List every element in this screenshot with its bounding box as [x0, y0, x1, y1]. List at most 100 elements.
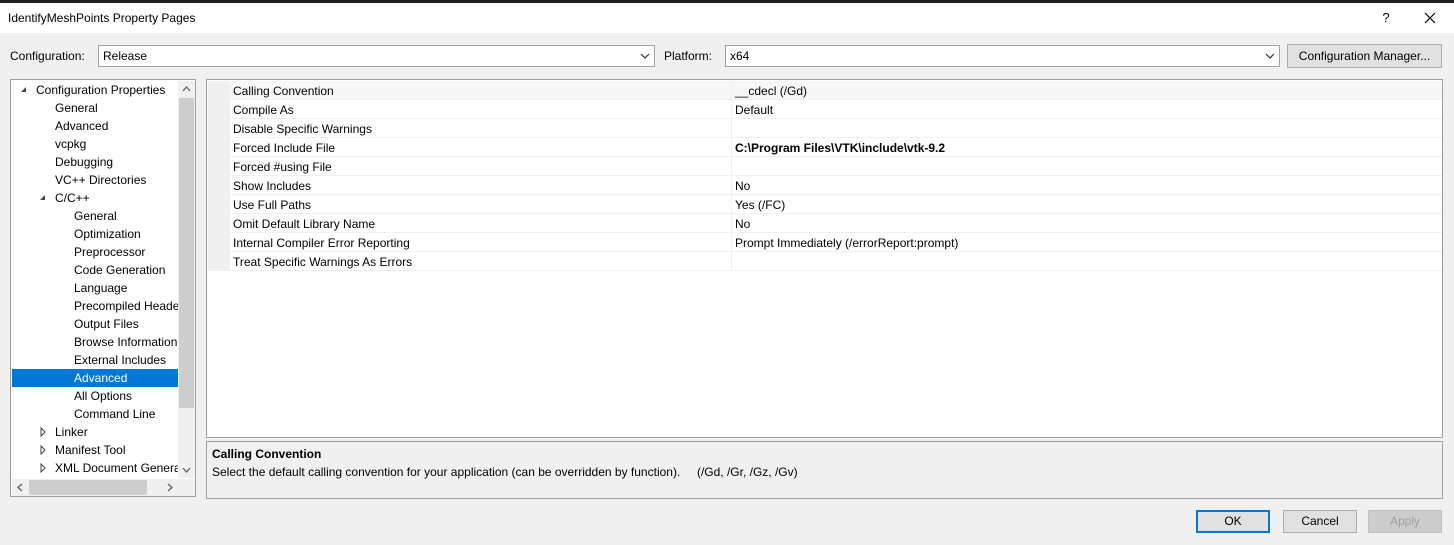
- expanded-triangle-icon[interactable]: [18, 81, 30, 99]
- tree-item[interactable]: General: [12, 99, 178, 117]
- tree-item[interactable]: Linker: [12, 423, 178, 441]
- tree-item[interactable]: General: [12, 207, 178, 225]
- row-gutter: [208, 119, 230, 137]
- tree-vertical-scrollbar[interactable]: [178, 81, 195, 478]
- tree-item[interactable]: vcpkg: [12, 135, 178, 153]
- tree-item-label: Debugging: [55, 155, 114, 169]
- column-separator: [731, 119, 732, 138]
- property-row[interactable]: Internal Compiler Error Reporting Prompt …: [208, 233, 1442, 252]
- scroll-up-icon[interactable]: [178, 81, 195, 98]
- collapsed-triangle-icon[interactable]: [37, 459, 49, 477]
- configuration-value: Release: [103, 49, 148, 63]
- tree-item-label: External Includes: [74, 353, 167, 367]
- column-separator: [731, 138, 732, 157]
- collapsed-triangle-icon[interactable]: [37, 423, 49, 441]
- tree-item[interactable]: Configuration Properties: [12, 81, 178, 99]
- tree-item[interactable]: Debugging: [12, 153, 178, 171]
- row-gutter: [208, 81, 230, 99]
- row-gutter: [208, 252, 230, 270]
- tree-item-label: XML Document Genera: [55, 461, 178, 475]
- tree-item-label: Configuration Properties: [36, 83, 166, 97]
- tree-item[interactable]: All Options: [12, 387, 178, 405]
- tree-item[interactable]: Advanced: [12, 369, 178, 387]
- apply-button[interactable]: Apply: [1368, 510, 1442, 533]
- tree-item[interactable]: Code Generation: [12, 261, 178, 279]
- platform-dropdown[interactable]: x64: [725, 45, 1280, 67]
- tree-item[interactable]: VC++ Directories: [12, 171, 178, 189]
- property-value[interactable]: Yes (/FC): [735, 198, 785, 212]
- tree-item-label: Command Line: [74, 407, 156, 421]
- property-row[interactable]: Calling Convention __cdecl (/Gd): [208, 81, 1442, 100]
- column-separator: [731, 176, 732, 195]
- scroll-right-icon[interactable]: [161, 479, 178, 496]
- property-row[interactable]: Disable Specific Warnings: [208, 119, 1442, 138]
- property-name: Use Full Paths: [233, 198, 312, 212]
- expanded-triangle-icon[interactable]: [37, 189, 49, 207]
- property-name: Omit Default Library Name: [233, 217, 376, 231]
- collapsed-triangle-icon[interactable]: [37, 441, 49, 459]
- tree-item[interactable]: Command Line: [12, 405, 178, 423]
- column-separator: [731, 252, 732, 271]
- scrollbar-corner: [178, 479, 195, 496]
- column-separator: [731, 214, 732, 233]
- property-name: Compile As: [233, 103, 294, 117]
- tree-item[interactable]: Output Files: [12, 315, 178, 333]
- property-value[interactable]: Default: [735, 103, 773, 117]
- tree-item[interactable]: Optimization: [12, 225, 178, 243]
- platform-label: Platform:: [664, 49, 713, 63]
- close-icon: [1424, 12, 1436, 24]
- row-gutter: [208, 214, 230, 232]
- tree-item-label: Advanced: [74, 371, 128, 385]
- tree-horizontal-scrollbar[interactable]: [12, 479, 178, 496]
- tree-item[interactable]: XML Document Genera: [12, 459, 178, 477]
- tree-item[interactable]: External Includes: [12, 351, 178, 369]
- description-title: Calling Convention: [212, 447, 322, 461]
- property-row[interactable]: Treat Specific Warnings As Errors: [208, 252, 1442, 271]
- tree-item[interactable]: Manifest Tool: [12, 441, 178, 459]
- ok-button[interactable]: OK: [1196, 510, 1270, 533]
- column-separator: [731, 81, 732, 100]
- scroll-down-icon[interactable]: [178, 461, 195, 478]
- tree-horizontal-scroll-thumb[interactable]: [29, 480, 147, 495]
- tree-item-label: Preprocessor: [74, 245, 146, 259]
- property-row[interactable]: Forced Include File C:\Program Files\VTK\…: [208, 138, 1442, 157]
- property-grid[interactable]: Calling Convention __cdecl (/Gd) Compile A…: [206, 79, 1443, 438]
- property-name: Forced #using File: [233, 160, 332, 174]
- tree-item-label: General: [74, 209, 117, 223]
- property-row[interactable]: Forced #using File: [208, 157, 1442, 176]
- property-value[interactable]: __cdecl (/Gd): [735, 84, 807, 98]
- tree-vertical-scroll-thumb[interactable]: [179, 98, 194, 408]
- scroll-left-icon[interactable]: [12, 479, 29, 496]
- property-value[interactable]: Prompt Immediately (/errorReport:prompt): [735, 236, 958, 250]
- close-button[interactable]: [1416, 6, 1444, 30]
- description-pane: Calling Convention Select the default ca…: [206, 441, 1443, 499]
- property-row[interactable]: Show Includes No: [208, 176, 1442, 195]
- tree-item[interactable]: Preprocessor: [12, 243, 178, 261]
- row-gutter: [208, 176, 230, 194]
- row-gutter: [208, 233, 230, 251]
- configuration-manager-button[interactable]: Configuration Manager...: [1287, 44, 1442, 68]
- property-row[interactable]: Use Full Paths Yes (/FC): [208, 195, 1442, 214]
- property-row[interactable]: Compile As Default: [208, 100, 1442, 119]
- column-separator: [731, 100, 732, 119]
- tree-item[interactable]: Browse Information: [12, 333, 178, 351]
- property-tree[interactable]: Configuration Properties General Advanced v…: [10, 79, 196, 497]
- cancel-button[interactable]: Cancel: [1283, 510, 1357, 533]
- property-value[interactable]: C:\Program Files\VTK\include\vtk-9.2: [735, 141, 945, 155]
- tree-item[interactable]: Advanced: [12, 117, 178, 135]
- property-value[interactable]: No: [735, 179, 750, 193]
- chevron-down-icon: [640, 53, 650, 59]
- window-title: IdentifyMeshPoints Property Pages: [8, 11, 196, 25]
- property-name: Treat Specific Warnings As Errors: [233, 255, 413, 269]
- tree-item[interactable]: C/C++: [12, 189, 178, 207]
- title-bar: IdentifyMeshPoints Property Pages ?: [0, 3, 1454, 33]
- property-value[interactable]: No: [735, 217, 750, 231]
- tree-item-label: Advanced: [55, 119, 109, 133]
- help-button[interactable]: ?: [1374, 6, 1398, 30]
- tree-item[interactable]: Precompiled Heade: [12, 297, 178, 315]
- configuration-dropdown[interactable]: Release: [98, 45, 655, 67]
- property-row[interactable]: Omit Default Library Name No: [208, 214, 1442, 233]
- tree-item[interactable]: Language: [12, 279, 178, 297]
- tree-item-label: Code Generation: [74, 263, 166, 277]
- tree-item-label: Output Files: [74, 317, 139, 331]
